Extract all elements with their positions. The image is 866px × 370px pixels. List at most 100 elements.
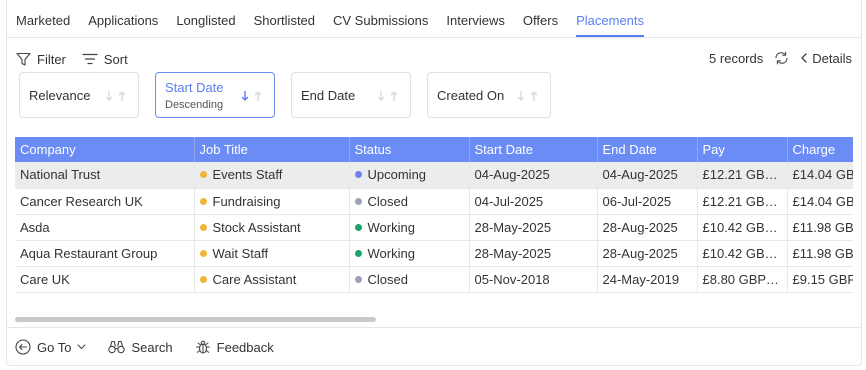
job-title-cell: Fundraising	[194, 188, 350, 215]
search-button[interactable]: Search	[108, 340, 173, 355]
bug-icon	[195, 339, 211, 355]
filter-button[interactable]: Filter	[16, 52, 66, 67]
table-header-row: Company Job Title Status Start Date End …	[15, 137, 853, 162]
tab-longlisted[interactable]: Longlisted	[167, 0, 244, 37]
sort-arrows-icon	[104, 90, 128, 102]
sort-option-created-on[interactable]: Created On	[427, 72, 551, 118]
company-cell-text: Asda	[20, 219, 50, 235]
sort-direction-label: Descending	[165, 99, 224, 111]
table-row[interactable]: Cancer Research UK Fundraising Closed 04-Ju…	[15, 188, 854, 215]
status-cell: Upcoming	[349, 162, 470, 189]
status-dot-icon	[354, 197, 362, 205]
status-dot-icon	[354, 249, 362, 257]
start-date-cell: 05-Nov-2018	[469, 266, 598, 293]
details-button[interactable]: Details	[800, 51, 852, 66]
tab-offers[interactable]: Offers	[514, 0, 567, 37]
sort-option-start-date[interactable]: Start Date Descending	[155, 72, 275, 118]
start-date-cell: 28-May-2025	[469, 240, 598, 267]
toolbar-right: 5 records Details	[709, 49, 852, 67]
go-to-arrow-icon	[15, 339, 31, 355]
toolbar: Filter Sort	[16, 49, 144, 69]
job-title-cell: Events Staff	[194, 162, 350, 189]
job-title-cell-text: Stock Assistant	[212, 219, 301, 235]
charge-cell: £14.04 GBP	[787, 188, 854, 215]
table-row[interactable]: Asda Stock Assistant Working 28-May-2025 28-…	[15, 214, 854, 241]
chevron-left-icon	[800, 53, 808, 63]
status-cell-text: Working	[367, 245, 415, 261]
tab-shortlisted[interactable]: Shortlisted	[245, 0, 324, 37]
tab-cv-submissions[interactable]: CV Submissions	[324, 0, 437, 37]
status-cell: Working	[349, 214, 470, 241]
tab-applications[interactable]: Applications	[79, 0, 167, 37]
job-title-cell-text: Wait Staff	[212, 245, 269, 261]
charge-cell: £11.98 GBP	[787, 214, 854, 241]
charge-cell: £14.04 GBP	[787, 162, 853, 189]
pay-cell-text: £8.80 GBP per hour	[702, 271, 787, 287]
tab-bar: Marketed Applications Longlisted Shortli…	[0, 0, 866, 37]
status-cell-text: Working	[367, 219, 415, 235]
table-row[interactable]: National Trust Events Staff Upcoming 04-Aug…	[15, 162, 853, 189]
status-cell-text: Closed	[367, 193, 408, 209]
refresh-icon[interactable]	[773, 51, 790, 65]
charge-cell-text: £11.98 GBP	[792, 245, 854, 261]
company-cell-text: National Trust	[20, 167, 101, 183]
sort-option-label: End Date	[301, 88, 356, 103]
job-title-cell-text: Care Assistant	[212, 271, 297, 287]
tab-marketed[interactable]: Marketed	[0, 0, 79, 37]
binoculars-icon	[108, 340, 126, 354]
sort-option-label: Start Date	[165, 80, 224, 95]
column-header-end-date[interactable]: End Date	[597, 137, 698, 162]
company-cell-text: Care UK	[20, 271, 70, 287]
column-header-start-date[interactable]: Start Date	[469, 137, 598, 162]
start-date-cell-text: 28-May-2025	[474, 245, 552, 261]
sort-option-end-date[interactable]: End Date	[291, 72, 411, 118]
company-cell: Care UK	[15, 266, 195, 293]
details-label: Details	[812, 50, 852, 66]
filter-label: Filter	[37, 51, 66, 67]
sort-descending-icon	[240, 90, 264, 102]
sort-arrows-icon	[516, 90, 540, 102]
charge-cell-text: £14.04 GBP	[792, 193, 854, 209]
job-title-cell: Wait Staff	[194, 240, 350, 267]
go-to-label: Go To	[37, 339, 72, 355]
start-date-cell-text: 28-May-2025	[474, 219, 552, 235]
chevron-down-icon	[77, 344, 87, 350]
sort-option-label: Created On	[437, 88, 505, 103]
charge-cell: £9.15 GBP	[787, 266, 853, 293]
column-header-job-title[interactable]: Job Title	[194, 137, 350, 162]
table-row[interactable]: Aqua Restaurant Group Wait Staff Working 28…	[15, 240, 854, 267]
charge-cell: £11.98 GBP	[787, 240, 854, 267]
horizontal-scrollbar[interactable]	[15, 317, 376, 322]
column-header-charge[interactable]: Charge	[787, 137, 853, 162]
job-status-dot-icon	[199, 223, 207, 231]
column-header-pay[interactable]: Pay	[697, 137, 788, 162]
sort-label: Sort	[103, 51, 128, 67]
column-header-status[interactable]: Status	[349, 137, 470, 162]
end-date-cell: 28-Aug-2025	[597, 214, 698, 241]
job-status-dot-icon	[199, 171, 207, 179]
column-header-company[interactable]: Company	[15, 137, 195, 162]
go-to-button[interactable]: Go To	[15, 339, 87, 355]
end-date-cell-text: 28-Aug-2025	[602, 245, 678, 261]
sort-button[interactable]: Sort	[82, 52, 128, 67]
company-cell: National Trust	[15, 162, 195, 189]
start-date-cell-text: 04-Jul-2025	[474, 193, 544, 209]
job-status-dot-icon	[199, 249, 207, 257]
status-cell: Working	[349, 240, 470, 267]
job-title-cell-text: Events Staff	[212, 167, 283, 183]
pay-cell-text: £10.42 GBP per hour	[702, 219, 787, 235]
sort-lines-icon	[82, 53, 98, 65]
status-dot-icon	[354, 171, 362, 179]
sort-option-relevance[interactable]: Relevance	[19, 72, 139, 118]
sort-option-label: Relevance	[29, 88, 91, 103]
tab-placements[interactable]: Placements	[567, 0, 653, 37]
end-date-cell: 28-Aug-2025	[597, 240, 698, 267]
charge-cell-text: £11.98 GBP	[792, 219, 854, 235]
feedback-button[interactable]: Feedback	[195, 339, 274, 355]
table-row[interactable]: Care UK Care Assistant Closed 05-Nov-2018 24…	[15, 266, 853, 293]
placements-table: Company Job Title Status Start Date End …	[15, 137, 853, 314]
tab-interviews[interactable]: Interviews	[437, 0, 514, 37]
start-date-cell: 28-May-2025	[469, 214, 598, 241]
pay-cell: £10.42 GBP per hour	[697, 214, 788, 241]
end-date-cell-text: 28-Aug-2025	[602, 219, 678, 235]
